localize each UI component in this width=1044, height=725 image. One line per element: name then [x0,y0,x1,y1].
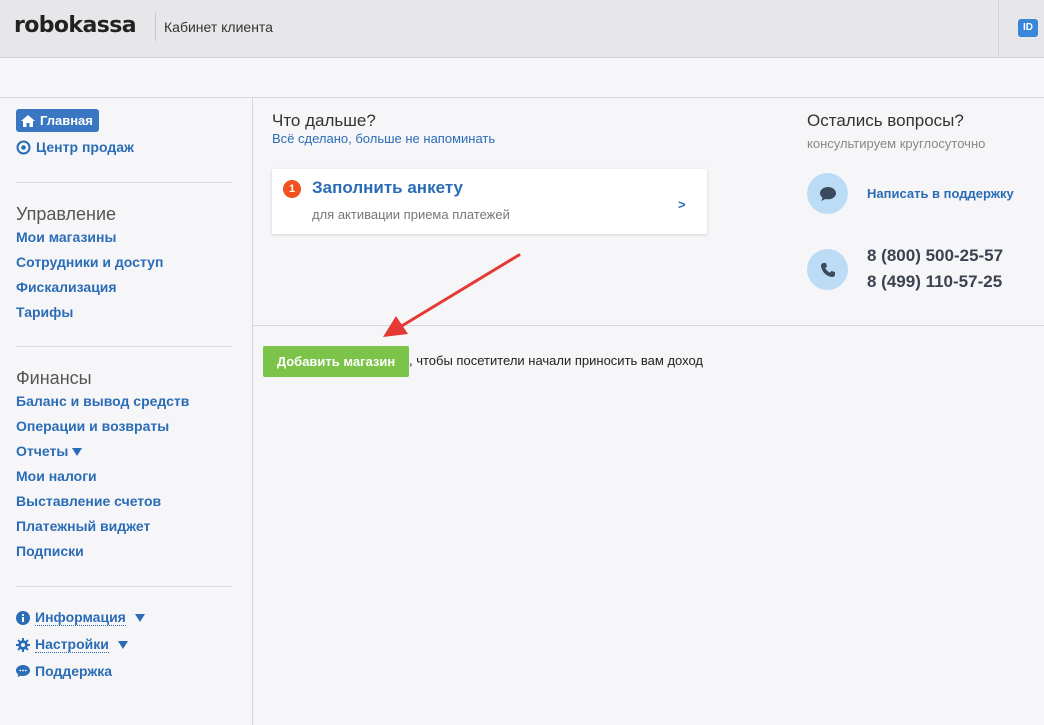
phone-number[interactable]: 8 (800) 500-25-57 [867,246,1003,266]
sidebar-item-information-label: Информация [35,609,126,626]
phone-number[interactable]: 8 (499) 110-57-25 [867,272,1002,292]
sidebar-item-taxes[interactable]: Мои налоги [16,468,97,484]
dismiss-reminder-link[interactable]: Всё сделано, больше не напоминать [272,131,495,146]
sidebar-item-payment-widget[interactable]: Платежный виджет [16,518,150,534]
sidebar-item-home[interactable]: Главная [16,109,99,132]
page-header-title: Кабинет клиента [164,19,273,35]
phone-circle [807,249,848,290]
caret-down-icon [117,640,128,649]
sidebar-item-reports-label: Отчеты [16,443,69,459]
gear-icon [16,637,30,652]
add-store-hint: , чтобы посетители начали приносить вам … [409,353,704,368]
sidebar-item-sales-center-label: Центр продаж [36,139,134,155]
sidebar-item-operations[interactable]: Операции и возвраты [16,418,169,434]
sidebar-item-reports[interactable]: Отчеты [16,443,83,459]
phone-icon [820,262,835,277]
user-id-badge[interactable]: ID [1018,19,1038,37]
sidebar-border [252,98,253,725]
chevron-right-icon: > [678,197,686,212]
chat-circle [807,173,848,214]
sidebar-item-invoices[interactable]: Выставление счетов [16,493,161,509]
sidebar-item-employees[interactable]: Сотрудники и доступ [16,254,163,270]
section-title-finance: Финансы [16,368,92,388]
target-icon [16,140,31,154]
sidebar-item-support[interactable]: Поддержка [16,663,112,679]
header-separator [155,13,156,41]
sidebar-divider [16,182,232,183]
robokassa-logo[interactable]: robokassa [14,13,137,38]
sidebar-item-support-label: Поддержка [35,663,113,679]
questions-subtitle: консультируем круглосуточно [807,136,986,151]
sidebar-item-settings-label: Настройки [35,636,109,653]
sidebar-divider [16,346,232,347]
card-subtitle: для активации приема платежей [312,207,510,222]
step-number-badge: 1 [283,180,301,198]
section-title-management: Управление [16,204,117,224]
sidebar-item-information[interactable]: Информация [16,609,145,626]
main-divider [253,325,1044,326]
info-icon [16,610,30,625]
sidebar-item-subscriptions[interactable]: Подписки [16,543,84,559]
sidebar-item-balance[interactable]: Баланс и вывод средств [16,393,189,409]
sidebar-item-tariffs[interactable]: Тарифы [16,304,73,320]
home-icon [21,114,35,127]
whats-next-title: Что дальше? [272,111,376,130]
add-store-button[interactable]: Добавить магазин [263,346,409,377]
sidebar-item-sales-center[interactable]: Центр продаж [16,139,134,155]
card-title: Заполнить анкету [312,178,464,197]
sidebar-item-settings[interactable]: Настройки [16,636,128,653]
top-header: robokassa Кабинет клиента ID [0,0,1044,58]
sidebar-item-home-label: Главная [40,113,93,128]
questions-title: Остались вопросы? [807,111,964,130]
header-right-separator [998,0,999,58]
caret-down-icon [72,448,83,457]
sidebar-item-fiscalization[interactable]: Фискализация [16,279,117,295]
chat-bubble-icon [819,186,836,201]
sidebar-divider [16,586,232,587]
subheader-divider [0,97,1044,98]
caret-down-icon [134,613,145,622]
write-support-link[interactable]: Написать в поддержку [867,186,1014,201]
fill-questionnaire-card[interactable]: 1 Заполнить анкету для активации приема … [272,169,707,234]
sidebar-item-my-stores[interactable]: Мои магазины [16,229,116,245]
chat-bubble-icon [16,665,30,677]
